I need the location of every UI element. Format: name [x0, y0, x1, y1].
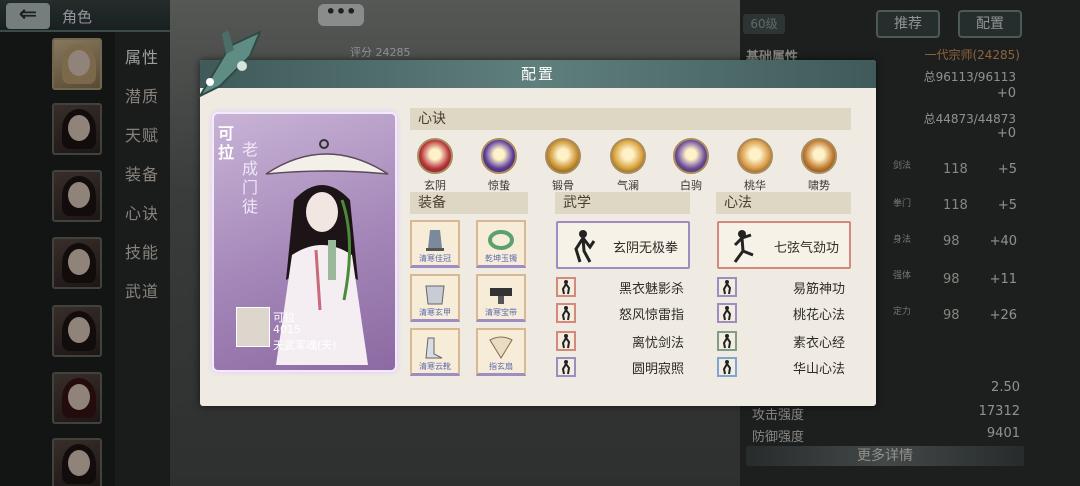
equip-slot-6[interactable]: 指玄扇 [476, 328, 526, 376]
wuxue-label-4: 圆明寂照 [631, 362, 684, 377]
equip-label-3: 清寒玄甲 [419, 308, 451, 317]
bone-orb-icon[interactable] [545, 138, 581, 174]
boots-icon [425, 337, 443, 359]
wuxue-icon-1 [556, 277, 576, 297]
skill-label-7: 啸势 [808, 179, 830, 192]
mini-power: 4015 [273, 323, 301, 336]
xinfa-icon-4 [717, 357, 737, 377]
wuxue-label-1: 黑衣魅影杀 [618, 282, 684, 297]
xinfa-row-1[interactable]: 易筋神功 [717, 277, 847, 299]
peach-orb-icon[interactable] [737, 138, 773, 174]
roar-orb-icon[interactable] [801, 138, 837, 174]
fist-pose-icon [574, 230, 596, 263]
skill-label-6: 桃华 [744, 179, 766, 192]
skill-label-2: 惊蛰 [488, 179, 510, 192]
kick-pose-icon [733, 230, 754, 263]
qi-orb-icon[interactable] [610, 138, 646, 174]
wuxue-label-2: 怒风惊雷指 [618, 308, 684, 323]
wuxue-icon-3 [556, 331, 576, 351]
equip-slot-2[interactable]: 乾坤玉镯 [476, 220, 526, 268]
xinfa-label-4: 华山心法 [792, 362, 845, 377]
equip-slot-5[interactable]: 清寒云靴 [410, 328, 460, 376]
horse-orb-icon[interactable] [673, 138, 709, 174]
xinfa-row-3[interactable]: 素衣心经 [717, 331, 847, 353]
wuxue-row-2[interactable]: 怒风惊雷指 [556, 303, 686, 325]
equip-slot-1[interactable]: 清寒佳冠 [410, 220, 460, 268]
card-title: 老成门徒 [242, 140, 259, 216]
equip-label-4: 清寒宝带 [485, 308, 517, 317]
wuxue-main-slot[interactable]: 玄阴无极拳 [556, 221, 690, 269]
wuxue-header: 武学 [555, 192, 690, 214]
xinfa-icon-2 [717, 303, 737, 323]
xinfa-icon-1 [717, 277, 737, 297]
crimson-orb-icon[interactable] [417, 138, 453, 174]
wuxue-row-4[interactable]: 圆明寂照 [556, 357, 686, 379]
mini-portrait [236, 307, 270, 347]
dialog-title: 配置 [200, 60, 876, 88]
wuxue-icon-2 [556, 303, 576, 323]
xinfa-icon-3 [717, 331, 737, 351]
equip-label-2: 乾坤玉镯 [485, 254, 517, 263]
xinfa-label-2: 桃花心法 [792, 308, 845, 323]
wuxue-row-1[interactable]: 黑衣魅影杀 [556, 277, 686, 299]
skill-label-5: 白驹 [680, 179, 702, 192]
sword-ornament-icon [197, 30, 262, 99]
mini-soul: 天武军魂(天) [273, 339, 337, 352]
xinfa-main-label: 七弦气劲功 [773, 241, 839, 256]
equip-slot-3[interactable]: 清寒玄甲 [410, 274, 460, 322]
armor-icon [425, 285, 445, 305]
xinjue-header: 心诀 [410, 108, 851, 130]
lightning-orb-icon[interactable] [481, 138, 517, 174]
wuxue-row-3[interactable]: 离忧剑法 [556, 331, 686, 353]
wuxue-icon-4 [556, 357, 576, 377]
fan-icon [489, 336, 513, 359]
wuxue-label-3: 离忧剑法 [631, 336, 684, 351]
xinfa-header: 心法 [716, 192, 851, 214]
equip-label-5: 清寒云靴 [419, 362, 451, 371]
xinfa-label-3: 素衣心经 [792, 336, 845, 351]
wuxue-main-label: 玄阴无极拳 [612, 241, 678, 256]
skill-label-1: 玄阴 [424, 179, 446, 192]
equip-label-6: 指玄扇 [489, 362, 513, 371]
xinfa-row-4[interactable]: 华山心法 [717, 357, 847, 379]
belt-icon [490, 288, 512, 304]
card-name: 可拉 [218, 124, 235, 162]
equip-label-1: 清寒佳冠 [419, 254, 451, 263]
skill-label-3: 锻骨 [552, 179, 574, 192]
crown-icon [426, 230, 444, 251]
skill-label-4: 气澜 [617, 179, 639, 192]
bracelet-icon [488, 230, 514, 250]
xinfa-row-2[interactable]: 桃花心法 [717, 303, 847, 325]
equipment-header: 装备 [410, 192, 528, 214]
xinfa-label-1: 易筋神功 [792, 282, 845, 297]
equip-slot-4[interactable]: 清寒宝带 [476, 274, 526, 322]
xinfa-main-slot[interactable]: 七弦气劲功 [717, 221, 851, 269]
